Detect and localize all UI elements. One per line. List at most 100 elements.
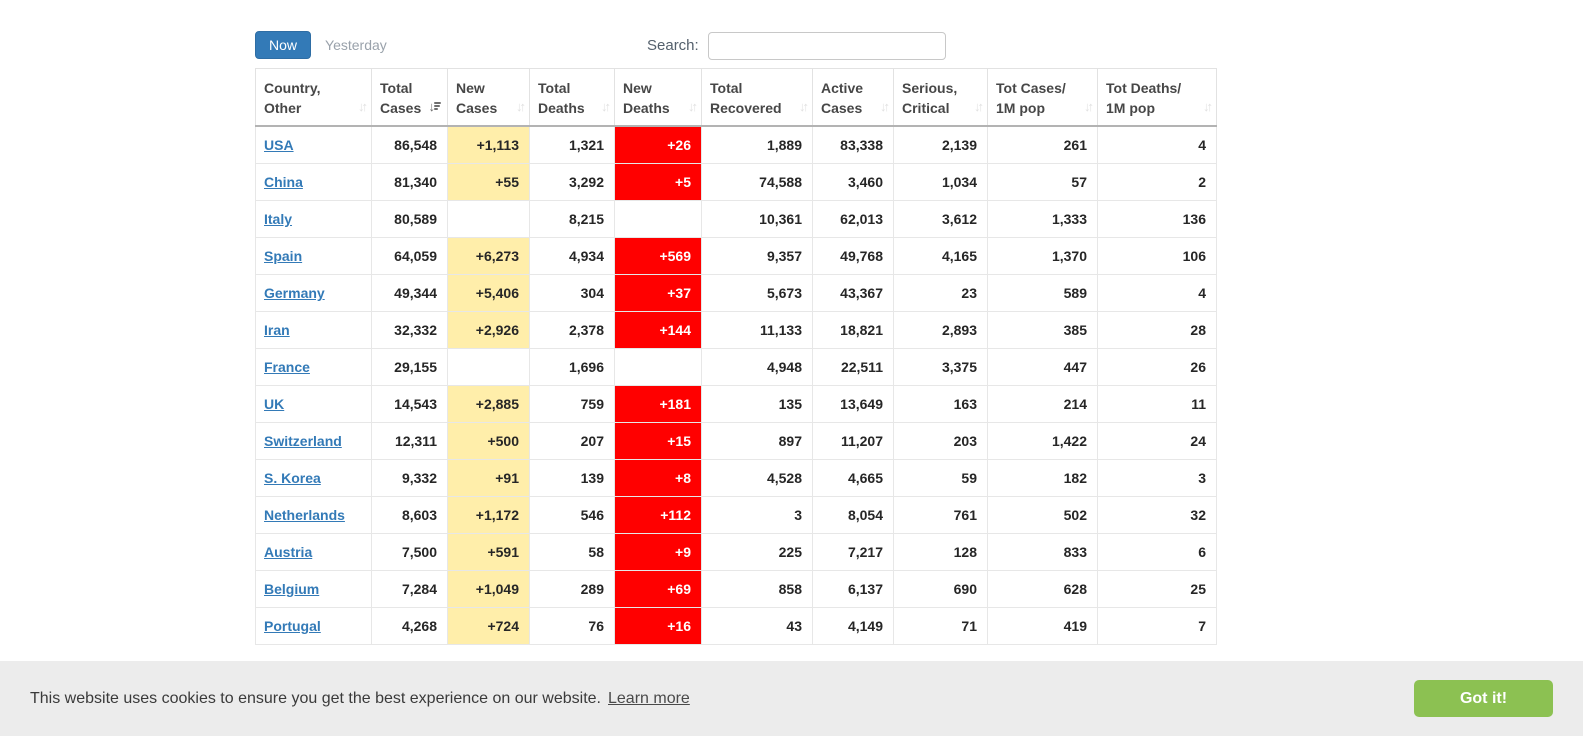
cell-total-deaths: 139 [529, 459, 615, 497]
column-header-serious_critical[interactable]: Serious, Critical ↓↑ [893, 68, 988, 127]
cell-total-deaths: 58 [529, 533, 615, 571]
cell-country: S. Korea [255, 459, 372, 497]
cell-active-cases: 3,460 [812, 163, 894, 201]
cell-total-recovered: 43 [701, 607, 813, 645]
cell-serious-critical: 1,034 [893, 163, 988, 201]
column-header-total_recovered[interactable]: Total Recovered ↓↑ [701, 68, 813, 127]
table-row: Austria 7,500 +591 58 +9 225 7,217 128 833 6 [255, 533, 1217, 571]
search-group: Search: [647, 31, 946, 60]
yesterday-tab-button[interactable]: Yesterday [311, 32, 401, 58]
column-header-country[interactable]: Country, Other ↓↑ [255, 68, 372, 127]
sort-desc-icon: ↓ [429, 97, 441, 117]
cell-serious-critical: 4,165 [893, 237, 988, 275]
cell-active-cases: 8,054 [812, 496, 894, 534]
cell-serious-critical: 3,612 [893, 200, 988, 238]
cell-cases-per-1m: 1,333 [987, 200, 1098, 238]
cell-total-cases: 9,332 [371, 459, 448, 497]
country-link[interactable]: Spain [264, 248, 302, 264]
country-link[interactable]: Netherlands [264, 507, 345, 523]
cell-total-cases: 80,589 [371, 200, 448, 238]
cell-new-deaths: +144 [614, 311, 702, 349]
sort-updown-icon: ↓↑ [601, 99, 611, 114]
cell-total-cases: 7,284 [371, 570, 448, 608]
cell-new-cases: +55 [447, 163, 530, 201]
country-link[interactable]: Portugal [264, 618, 321, 634]
search-input[interactable] [707, 31, 946, 60]
cell-new-deaths: +16 [614, 607, 702, 645]
cell-active-cases: 4,665 [812, 459, 894, 497]
table-row: Portugal 4,268 +724 76 +16 43 4,149 71 419 7 [255, 607, 1217, 645]
cell-total-deaths: 289 [529, 570, 615, 608]
sort-updown-icon: ↓↑ [880, 99, 890, 114]
sort-updown-icon: ↓↑ [516, 99, 526, 114]
cell-active-cases: 6,137 [812, 570, 894, 608]
cell-deaths-per-1m: 32 [1097, 496, 1217, 534]
cell-new-deaths: +569 [614, 237, 702, 275]
cell-new-cases [447, 200, 530, 238]
cell-total-recovered: 1,889 [701, 125, 813, 164]
column-header-total_cases[interactable]: Total Cases ↓ [371, 68, 448, 127]
cell-total-cases: 86,548 [371, 125, 448, 164]
country-link[interactable]: Switzerland [264, 433, 342, 449]
cell-country: Spain [255, 237, 372, 275]
table-row: Germany 49,344 +5,406 304 +37 5,673 43,367 23 58… [255, 274, 1217, 312]
cell-serious-critical: 128 [893, 533, 988, 571]
learn-more-link[interactable]: Learn more [608, 690, 690, 708]
cell-new-deaths: +69 [614, 570, 702, 608]
cell-total-deaths: 1,321 [529, 125, 615, 164]
now-tab-button[interactable]: Now [255, 31, 312, 59]
table-row: Belgium 7,284 +1,049 289 +69 858 6,137 690 628 25 [255, 570, 1217, 608]
country-link[interactable]: France [264, 359, 310, 375]
column-header-new_deaths[interactable]: New Deaths ↓↑ [614, 68, 702, 127]
cell-total-cases: 7,500 [371, 533, 448, 571]
cell-new-deaths: +112 [614, 496, 702, 534]
country-link[interactable]: Germany [264, 285, 325, 301]
country-link[interactable]: Belgium [264, 581, 319, 597]
cell-cases-per-1m: 419 [987, 607, 1098, 645]
cell-active-cases: 62,013 [812, 200, 894, 238]
cell-country: Portugal [255, 607, 372, 645]
cell-active-cases: 7,217 [812, 533, 894, 571]
column-header-active_cases[interactable]: Active Cases ↓↑ [812, 68, 894, 127]
cell-new-deaths: +37 [614, 274, 702, 312]
column-header-deaths_per_1m[interactable]: Tot Deaths/ 1M pop ↓↑ [1097, 68, 1217, 127]
cell-total-recovered: 11,133 [701, 311, 813, 349]
cell-new-deaths: +8 [614, 459, 702, 497]
column-header-cases_per_1m[interactable]: Tot Cases/ 1M pop ↓↑ [987, 68, 1098, 127]
country-link[interactable]: China [264, 174, 303, 190]
country-link[interactable]: Iran [264, 322, 290, 338]
cell-serious-critical: 163 [893, 385, 988, 423]
country-link[interactable]: USA [264, 137, 294, 153]
cell-total-recovered: 5,673 [701, 274, 813, 312]
cell-total-cases: 49,344 [371, 274, 448, 312]
cell-country: Italy [255, 200, 372, 238]
cell-deaths-per-1m: 4 [1097, 125, 1217, 164]
cell-total-recovered: 135 [701, 385, 813, 423]
sort-updown-icon: ↓↑ [358, 99, 368, 114]
column-header-new_cases[interactable]: New Cases ↓↑ [447, 68, 530, 127]
country-link[interactable]: UK [264, 396, 284, 412]
cell-total-deaths: 207 [529, 422, 615, 460]
cookie-consent-banner: This website uses cookies to ensure you … [0, 661, 1583, 736]
column-header-total_deaths[interactable]: Total Deaths ↓↑ [529, 68, 615, 127]
cell-total-recovered: 3 [701, 496, 813, 534]
cell-new-deaths: +26 [614, 125, 702, 164]
table-row: UK 14,543 +2,885 759 +181 135 13,649 163 214 11 [255, 385, 1217, 423]
cell-active-cases: 13,649 [812, 385, 894, 423]
cell-cases-per-1m: 261 [987, 125, 1098, 164]
cell-deaths-per-1m: 106 [1097, 237, 1217, 275]
cell-deaths-per-1m: 11 [1097, 385, 1217, 423]
sort-updown-icon: ↓↑ [974, 99, 984, 114]
country-link[interactable]: Italy [264, 211, 292, 227]
cell-deaths-per-1m: 136 [1097, 200, 1217, 238]
cell-serious-critical: 690 [893, 570, 988, 608]
got-it-button[interactable]: Got it! [1414, 680, 1553, 717]
search-label: Search: [647, 37, 699, 54]
cell-active-cases: 4,149 [812, 607, 894, 645]
cell-total-cases: 29,155 [371, 348, 448, 386]
sort-updown-icon: ↓↑ [688, 99, 698, 114]
country-link[interactable]: S. Korea [264, 470, 321, 486]
country-link[interactable]: Austria [264, 544, 312, 560]
cell-deaths-per-1m: 3 [1097, 459, 1217, 497]
cell-total-recovered: 4,528 [701, 459, 813, 497]
